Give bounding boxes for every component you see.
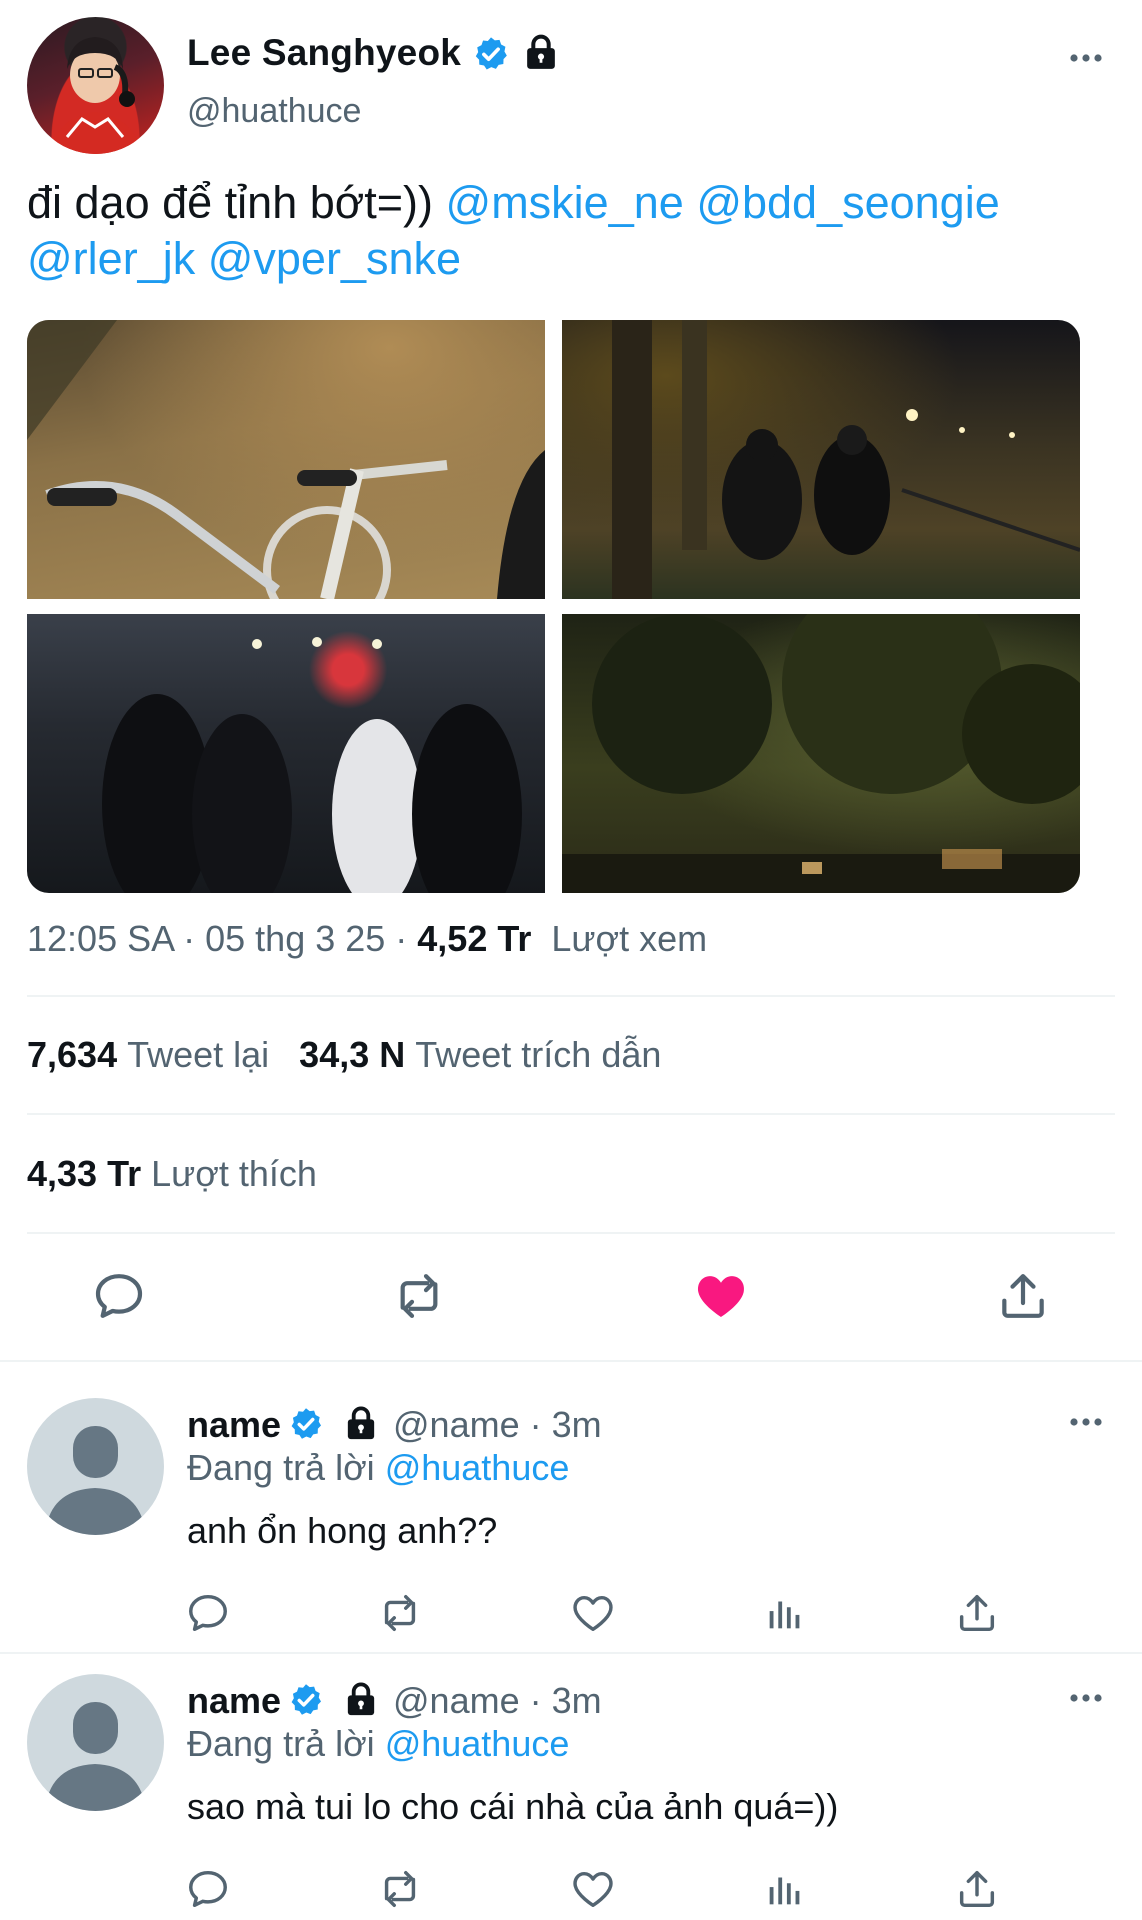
- tweet-body-text: đi dạo để tỉnh bớt=)): [27, 177, 446, 228]
- night-walk-photo-image: [612, 320, 1080, 599]
- more-icon[interactable]: [1066, 1412, 1106, 1432]
- photo-trees[interactable]: [562, 614, 1080, 893]
- verified-badge-icon: [291, 1408, 321, 1439]
- analytics-icon[interactable]: [762, 1590, 808, 1636]
- views-count: 4,52 Tr: [417, 918, 532, 959]
- verified-badge-icon: [475, 37, 507, 70]
- avatar-portrait-image: [49, 37, 143, 154]
- divider: [0, 1360, 1142, 1362]
- share-icon[interactable]: [954, 1590, 1000, 1636]
- replying-prefix: Đang trả lời: [187, 1447, 385, 1488]
- views-label: Lượt xem: [551, 918, 708, 959]
- reply-text: sao mà tui lo cho cái nhà của ảnh quá=)): [187, 1786, 839, 1827]
- author-avatar[interactable]: [27, 17, 164, 154]
- reply-handle-time[interactable]: @name · 3m: [393, 1404, 602, 1446]
- reply-icon[interactable]: [185, 1866, 231, 1912]
- default-avatar[interactable]: [27, 1674, 164, 1811]
- analytics-icon[interactable]: [762, 1866, 808, 1912]
- likes-label: Lượt thích: [151, 1153, 317, 1194]
- heart-icon[interactable]: [570, 1866, 616, 1912]
- more-icon[interactable]: [1066, 48, 1106, 68]
- reply-author-name[interactable]: name: [187, 1404, 281, 1446]
- likes-count: 4,33 Tr: [27, 1153, 142, 1194]
- share-icon[interactable]: [954, 1866, 1000, 1912]
- tunnel-photo-image: [102, 637, 522, 893]
- share-icon[interactable]: [995, 1268, 1051, 1324]
- bicycle-photo-image: [27, 320, 545, 599]
- reply-handle-time[interactable]: @name · 3m: [393, 1680, 602, 1722]
- likes-stat[interactable]: 4,33 Tr Lượt thích: [27, 1153, 317, 1195]
- default-avatar[interactable]: [27, 1398, 164, 1535]
- photo-tunnel[interactable]: [27, 614, 545, 893]
- divider: [27, 1232, 1115, 1234]
- mention-link[interactable]: @vper_snke: [208, 233, 461, 284]
- divider: [27, 995, 1115, 997]
- mention-link[interactable]: @mskie_ne: [446, 177, 684, 228]
- trees-photo-image: [562, 614, 1080, 893]
- replying-to: Đang trả lời @huathuce: [187, 1447, 569, 1489]
- lock-icon: [347, 1682, 375, 1716]
- default-user-icon: [45, 1426, 146, 1535]
- tweet-text: đi dạo để tỉnh bớt=)) @mskie_ne @bdd_seo…: [27, 175, 1117, 287]
- tweet-meta: 12:05 SA · 05 thg 3 25 · 4,52 Tr Lượt xe…: [27, 918, 707, 960]
- tweet-timestamp[interactable]: 12:05 SA · 05 thg 3 25 ·: [27, 918, 417, 959]
- retweet-icon[interactable]: [391, 1268, 447, 1324]
- retweet-icon[interactable]: [377, 1590, 423, 1636]
- media-grid: [27, 320, 1080, 893]
- divider: [0, 1652, 1142, 1654]
- more-icon[interactable]: [1066, 1688, 1106, 1708]
- reply-icon[interactable]: [91, 1268, 147, 1324]
- retweets-count: 7,634: [27, 1034, 118, 1075]
- quotes-count: 34,3 N: [299, 1034, 406, 1075]
- divider: [27, 1113, 1115, 1115]
- mention-link[interactable]: @rler_jk: [27, 233, 195, 284]
- engagement-stats: 7,634 Tweet lại 34,3 N Tweet trích dẫn: [27, 1034, 661, 1076]
- quotes-label: Tweet trích dẫn: [415, 1034, 662, 1075]
- heart-filled-icon[interactable]: [693, 1268, 749, 1324]
- replying-prefix: Đang trả lời: [187, 1723, 385, 1764]
- reply-author-name[interactable]: name: [187, 1680, 281, 1722]
- replying-to: Đang trả lời @huathuce: [187, 1723, 569, 1765]
- verified-badge-icon: [291, 1684, 321, 1715]
- replying-to-mention[interactable]: @huathuce: [385, 1723, 570, 1764]
- author-name[interactable]: Lee Sanghyeok: [187, 32, 461, 74]
- replying-to-mention[interactable]: @huathuce: [385, 1447, 570, 1488]
- lock-icon: [347, 1406, 375, 1440]
- photo-walking-path[interactable]: [562, 320, 1080, 599]
- mention-link[interactable]: @bdd_seongie: [696, 177, 999, 228]
- reply-text: anh ổn hong anh??: [187, 1510, 498, 1551]
- lock-icon: [527, 34, 555, 69]
- quotes-stat[interactable]: 34,3 N Tweet trích dẫn: [299, 1034, 661, 1075]
- retweets-label: Tweet lại: [127, 1034, 270, 1075]
- photo-bicycle[interactable]: [27, 320, 545, 599]
- author-handle[interactable]: @huathuce: [187, 92, 361, 131]
- retweet-icon[interactable]: [377, 1866, 423, 1912]
- reply-icon[interactable]: [185, 1590, 231, 1636]
- heart-icon[interactable]: [570, 1590, 616, 1636]
- default-user-icon: [45, 1702, 146, 1811]
- retweets-stat[interactable]: 7,634 Tweet lại: [27, 1034, 269, 1075]
